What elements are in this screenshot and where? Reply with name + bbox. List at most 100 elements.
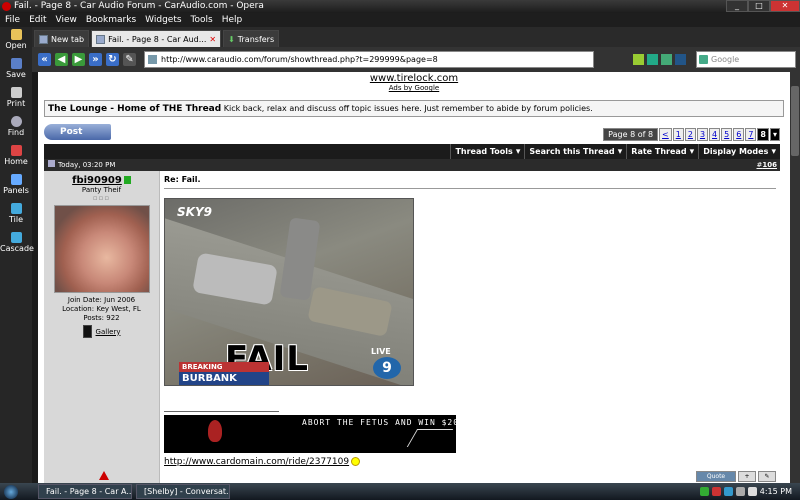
display-modes-menu[interactable]: Display Modes xyxy=(698,144,780,159)
page-menu-icon[interactable]: ▾ xyxy=(769,128,780,141)
page-link[interactable]: 4 xyxy=(709,128,721,141)
rate-thread-menu[interactable]: Rate Thread xyxy=(626,144,698,159)
panel-panels[interactable]: Panels xyxy=(0,172,32,201)
username-text: fbi90909 xyxy=(72,175,122,186)
report-post-icon[interactable] xyxy=(99,471,109,480)
username[interactable]: fbi90909 xyxy=(44,175,159,186)
taskbar-conversation-label: [Shelby] - Conversat... xyxy=(144,487,230,496)
network-icon[interactable] xyxy=(735,487,745,496)
forum-name[interactable]: The Lounge - Home of THE Thread xyxy=(48,104,221,114)
maximize-button[interactable]: □ xyxy=(748,0,770,12)
zoom-icon[interactable] xyxy=(647,54,658,65)
gallery-label: Gallery xyxy=(95,327,121,336)
page-link[interactable]: 2 xyxy=(684,128,696,141)
post-title: Re: Fail. xyxy=(164,175,201,184)
menu-bookmarks[interactable]: Bookmarks xyxy=(86,13,136,27)
magnifier-icon xyxy=(10,116,22,127)
system-tray: 4:15 PM xyxy=(699,483,800,500)
menu-widgets[interactable]: Widgets xyxy=(145,13,181,27)
panel-print[interactable]: Print xyxy=(0,85,32,114)
search-input[interactable]: Google xyxy=(696,51,796,68)
title-divider xyxy=(164,188,776,189)
page-link[interactable]: 7 xyxy=(745,128,757,141)
gallery-link[interactable]: Gallery xyxy=(72,325,132,338)
post-count: Posts: 922 xyxy=(83,314,120,322)
window-title: Fail. - Page 8 - Car Audio Forum - CarAu… xyxy=(14,1,264,11)
page-current: 8 xyxy=(757,128,769,141)
quick-reply-icon[interactable]: ✎ xyxy=(758,471,776,482)
reload-icon[interactable]: ↻ xyxy=(106,53,119,66)
address-field[interactable]: http://www.caraudio.com/forum/showthread… xyxy=(144,51,594,68)
edit-icon[interactable]: ✎ xyxy=(123,53,136,66)
post-body: Re: Fail. SKY9 FAIL BREAKING BURBANK LIV… xyxy=(164,171,780,483)
panel-home[interactable]: Home xyxy=(0,143,32,172)
panel-find[interactable]: Find xyxy=(0,114,32,143)
back-icon[interactable]: ◀ xyxy=(55,53,68,66)
panel-save-label: Save xyxy=(6,70,26,79)
taskbar: Fail. - Page 8 - Car A... [Shelby] - Con… xyxy=(0,483,800,500)
post-number-value: 106 xyxy=(762,161,777,169)
tray-icon[interactable] xyxy=(699,487,709,496)
taskbar-opera[interactable]: Fail. - Page 8 - Car A... xyxy=(38,484,132,499)
close-button[interactable]: ✕ xyxy=(770,0,800,12)
post-header: Today, 03:20 PM #106 xyxy=(44,159,780,171)
forum-description: Kick back, relax and discuss off topic i… xyxy=(223,104,593,113)
tab-new[interactable]: New tab xyxy=(34,30,90,47)
s-icon[interactable] xyxy=(675,54,686,65)
c-icon[interactable] xyxy=(661,54,672,65)
taskbar-conversation[interactable]: [Shelby] - Conversat... xyxy=(136,484,230,499)
quote-button[interactable]: Quote xyxy=(696,471,736,482)
windows-logo-icon xyxy=(4,484,18,499)
menu-edit[interactable]: Edit xyxy=(29,13,46,27)
clock[interactable]: 4:15 PM xyxy=(760,487,792,496)
ad-link[interactable]: www.tirelock.com xyxy=(38,72,790,84)
menu-view[interactable]: View xyxy=(56,13,77,27)
multiquote-icon[interactable]: + xyxy=(738,471,756,482)
ads-by-google[interactable]: Ads by Google xyxy=(38,84,790,92)
page-link[interactable]: 1 xyxy=(672,128,684,141)
toolbar-extra-icons xyxy=(633,54,686,65)
panel-open[interactable]: Open xyxy=(0,27,32,56)
tab-bar: New tab Fail. - Page 8 - Car Aud... ✕ ⬇ Tr… xyxy=(32,27,800,47)
menu-file[interactable]: File xyxy=(5,13,20,27)
scrollbar[interactable] xyxy=(790,72,800,483)
post-image[interactable]: SKY9 FAIL BREAKING BURBANK LIVE 9 xyxy=(164,198,414,386)
pagination: Page 8 of 8 < 1 2 3 4 5 6 7 8 ▾ xyxy=(602,128,780,141)
user-title: Panty Theif xyxy=(81,186,122,194)
tab-active[interactable]: Fail. - Page 8 - Car Aud... ✕ xyxy=(91,30,222,48)
post-reply-button[interactable]: Post Reply xyxy=(44,124,111,153)
scrollbar-thumb[interactable] xyxy=(791,86,799,156)
rewind-icon[interactable]: « xyxy=(38,53,51,66)
thread-tools-menu[interactable]: Thread Tools xyxy=(450,144,524,159)
menu-help[interactable]: Help xyxy=(222,13,243,27)
close-tab-icon[interactable]: ✕ xyxy=(209,31,216,48)
panel-cascade[interactable]: Cascade xyxy=(0,230,34,259)
minimize-button[interactable]: _ xyxy=(726,0,748,12)
menu-bar: File Edit View Bookmarks Widgets Tools H… xyxy=(0,13,800,27)
panel-tile[interactable]: Tile xyxy=(0,201,32,230)
forward-icon[interactable]: ▶ xyxy=(72,53,85,66)
page-link[interactable]: 6 xyxy=(733,128,745,141)
page-prev[interactable]: < xyxy=(659,128,672,141)
page-link[interactable]: 3 xyxy=(696,128,709,141)
volume-icon[interactable] xyxy=(747,487,757,496)
panel-cascade-label: Cascade xyxy=(0,244,34,253)
tray-icon[interactable] xyxy=(711,487,721,496)
signature-link[interactable]: http://www.cardomain.com/ride/2377109 xyxy=(164,457,361,467)
start-button[interactable] xyxy=(0,483,22,500)
tray-icon[interactable] xyxy=(723,487,733,496)
page-link[interactable]: 5 xyxy=(721,128,733,141)
hanger-icon xyxy=(406,429,454,447)
folder-icon xyxy=(10,29,22,40)
panel-save[interactable]: Save xyxy=(0,56,32,85)
side-panel: Open Save Print Find Home Panels Tile Ca… xyxy=(0,27,34,483)
tab-transfers[interactable]: ⬇ Transfers xyxy=(223,30,280,47)
fast-forward-icon[interactable]: » xyxy=(89,53,102,66)
post-number[interactable]: #106 xyxy=(757,159,778,171)
search-thread-menu[interactable]: Search this Thread xyxy=(524,144,626,159)
panel-home-label: Home xyxy=(4,157,28,166)
menu-tools[interactable]: Tools xyxy=(191,13,213,27)
wand-icon[interactable] xyxy=(633,54,644,65)
panel-tile-label: Tile xyxy=(8,215,23,224)
opera-icon xyxy=(2,2,11,11)
